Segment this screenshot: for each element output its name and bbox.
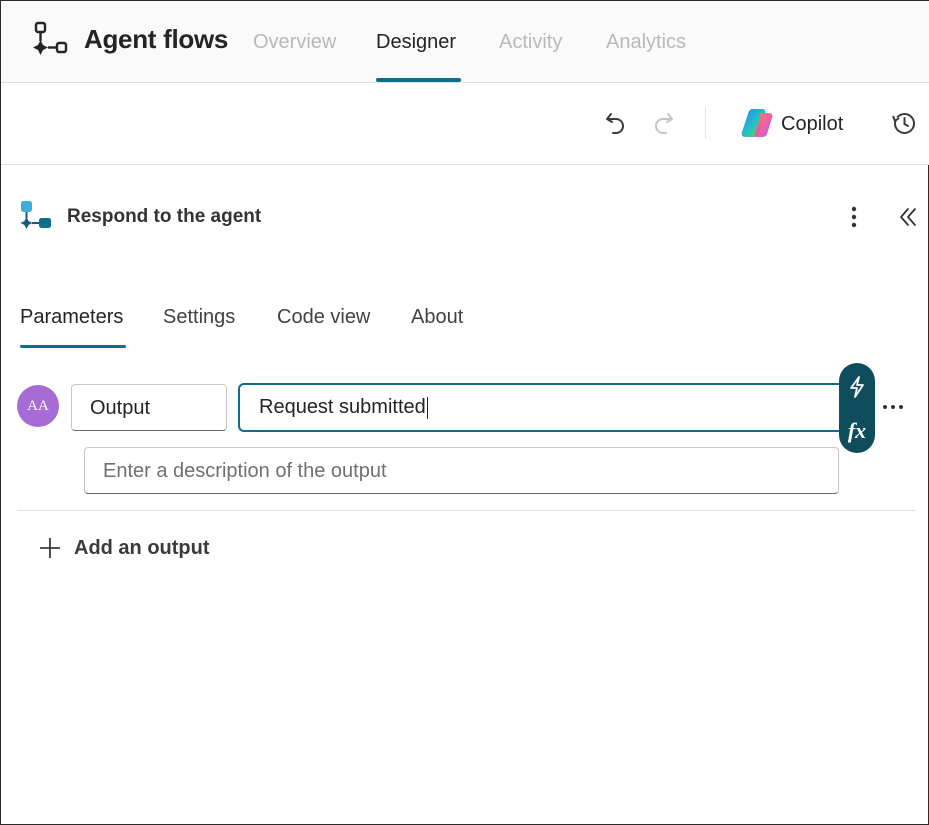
add-output-label: Add an output	[74, 536, 210, 559]
app-title: Agent flows	[84, 24, 229, 54]
text-type-avatar: AA	[17, 385, 59, 427]
fx-icon: fx	[847, 418, 867, 443]
toolbar-divider	[705, 107, 706, 139]
output-more-button[interactable]	[881, 395, 905, 419]
tab-overview[interactable]: Overview	[253, 31, 336, 54]
plus-icon	[40, 538, 60, 558]
active-tab-indicator	[376, 78, 461, 82]
collapse-panel-button[interactable]	[895, 203, 921, 231]
avatar-text: AA	[27, 397, 49, 414]
output-name-field[interactable]: Output	[71, 384, 227, 431]
output-value-field[interactable]: Request submitted	[238, 383, 848, 432]
redo-icon	[655, 113, 673, 134]
undo-button[interactable]	[601, 108, 631, 138]
section-divider	[17, 510, 916, 511]
lightning-icon	[850, 376, 864, 398]
tab-designer[interactable]: Designer	[376, 31, 456, 54]
redo-button[interactable]	[648, 108, 678, 138]
history-button[interactable]	[889, 108, 919, 138]
respond-action-icon	[20, 201, 51, 229]
tab-analytics[interactable]: Analytics	[606, 31, 686, 54]
more-options-button[interactable]	[843, 203, 865, 231]
tab-activity[interactable]: Activity	[499, 31, 562, 54]
description-placeholder: Enter a description of the output	[103, 460, 387, 482]
tab-code-view[interactable]: Code view	[277, 306, 370, 329]
output-description-field[interactable]: Enter a description of the output	[84, 447, 839, 494]
panel-title: Respond to the agent	[67, 206, 262, 227]
dynamic-content-button[interactable]	[839, 367, 875, 407]
tab-parameters[interactable]: Parameters	[20, 306, 123, 329]
more-vertical-icon	[851, 206, 857, 228]
copilot-icon[interactable]	[739, 106, 775, 140]
text-cursor	[426, 396, 428, 419]
agent-flows-icon	[33, 21, 68, 55]
output-value-text: Request submitted	[259, 396, 426, 418]
undo-icon	[606, 113, 624, 134]
expression-button[interactable]: fx	[839, 411, 875, 451]
active-panel-tab-indicator	[20, 345, 126, 348]
add-output-button[interactable]: Add an output	[38, 532, 210, 564]
double-chevron-left-icon	[900, 208, 916, 226]
history-icon	[892, 113, 915, 134]
copilot-button[interactable]: Copilot	[781, 113, 843, 136]
tab-settings[interactable]: Settings	[163, 306, 235, 329]
more-horizontal-icon	[883, 405, 903, 409]
tab-about[interactable]: About	[411, 306, 463, 329]
dynamic-content-pill: fx	[839, 363, 875, 453]
